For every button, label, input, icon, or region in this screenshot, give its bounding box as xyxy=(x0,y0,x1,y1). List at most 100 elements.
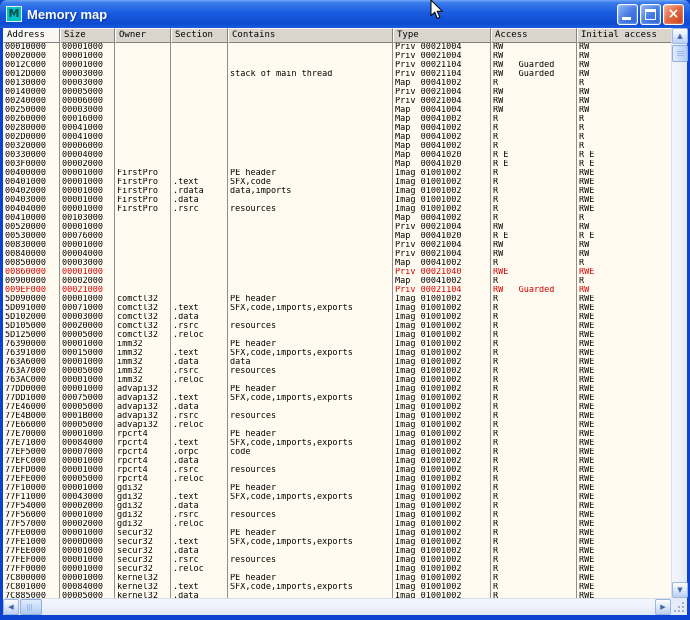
table-row[interactable]: 0013000000003000Map 00041002RR xyxy=(3,79,671,88)
table-row[interactable]: 0040300000001000FirstPro.dataImag 010010… xyxy=(3,196,671,205)
table-row[interactable]: 0014000000005000Priv 00021004RWRW xyxy=(3,88,671,97)
table-row[interactable]: 77E6600000005000advapi32.relocImag 01001… xyxy=(3,421,671,430)
table-row[interactable]: 5D12500000005000comctl32.relocImag 01001… xyxy=(3,331,671,340)
maximize-button[interactable] xyxy=(640,4,661,25)
column-header-access[interactable]: Access xyxy=(491,28,577,43)
table-row[interactable]: 0012D00000003000stack of main threadPriv… xyxy=(3,70,671,79)
cell-type: Map 00041020 xyxy=(393,232,491,241)
cell-size: 00002000 xyxy=(60,520,115,529)
table-row[interactable]: 0040400000001000FirstPro.rsrcresourcesIm… xyxy=(3,205,671,214)
column-header-size[interactable]: Size xyxy=(60,28,115,43)
column-header-owner[interactable]: Owner xyxy=(115,28,171,43)
close-button[interactable]: × xyxy=(663,4,684,25)
cell-section: .text xyxy=(171,493,228,502)
table-row[interactable]: 77F5400000002000gdi32.dataImag 01001002R… xyxy=(3,502,671,511)
table-row[interactable]: 002D000000041000Map 00041002RR xyxy=(3,133,671,142)
table-row[interactable]: 763A600000001000imm32.datadataImag 01001… xyxy=(3,358,671,367)
titlebar[interactable]: M Memory map × xyxy=(0,0,690,28)
scroll-up-button[interactable]: ▲ xyxy=(672,28,688,44)
table-row[interactable]: 77F5600000001000gdi32.rsrcresourcesImag … xyxy=(3,511,671,520)
table-row[interactable]: 5D10500000020000comctl32.rsrcresourcesIm… xyxy=(3,322,671,331)
cell-owner: rpcrt4 xyxy=(115,466,171,475)
table-row[interactable]: 7639100000015000imm32.textSFX,code,impor… xyxy=(3,349,671,358)
cell-owner: rpcrt4 xyxy=(115,457,171,466)
table-row[interactable]: 0033000000004000Map 00041020R ER E xyxy=(3,151,671,160)
cell-contains xyxy=(228,520,393,529)
table-row[interactable]: 77E4B0000001B000advapi32.rsrcresourcesIm… xyxy=(3,412,671,421)
table-row[interactable]: 77F1000000001000gdi32PE headerImag 01001… xyxy=(3,484,671,493)
table-row[interactable]: 77EFE00000005000rpcrt4.relocImag 0100100… xyxy=(3,475,671,484)
cell-type: Imag 01001002 xyxy=(393,457,491,466)
table-row[interactable]: 003F000000002000Map 00041020R ER E xyxy=(3,160,671,169)
table-row[interactable]: 763AC00000001000imm32.relocImag 01001002… xyxy=(3,376,671,385)
table-row[interactable]: 0032000000006000Map 00041002RR xyxy=(3,142,671,151)
scroll-right-button[interactable]: ▶ xyxy=(655,599,671,615)
table-row[interactable]: 5D10200000003000comctl32.dataImag 010010… xyxy=(3,313,671,322)
column-header-contains[interactable]: Contains xyxy=(228,28,393,43)
table-row[interactable]: 0040200000001000FirstPro.rdatadata,impor… xyxy=(3,187,671,196)
table-row[interactable]: 0084000000004000Priv 00021004RWRW xyxy=(3,250,671,259)
cell-section: .text xyxy=(171,304,228,313)
column-header-initial-access[interactable]: Initial access xyxy=(577,28,671,43)
table-row[interactable]: 009EF00000021000Priv 00021104RW GuardedR… xyxy=(3,286,671,295)
window-resize-grip[interactable] xyxy=(671,598,687,615)
table-row[interactable]: 77FF000000001000secur32.relocImag 010010… xyxy=(3,565,671,574)
cell-section: .data xyxy=(171,403,228,412)
cell-section: .rsrc xyxy=(171,511,228,520)
table-row[interactable]: 0040100000001000FirstPro.textSFX,codeIma… xyxy=(3,178,671,187)
vertical-scroll-thumb[interactable] xyxy=(672,45,688,62)
cell-owner: advapi32 xyxy=(115,412,171,421)
table-row[interactable]: 0086000000001000Priv 00021040RWERWE xyxy=(3,268,671,277)
table-row[interactable]: 7C80100000084000kernel32.textSFX,code,im… xyxy=(3,583,671,592)
table-row[interactable]: 0085000000003000Map 00041002RR xyxy=(3,259,671,268)
horizontal-scrollbar[interactable]: ◀ ▶ xyxy=(3,598,671,615)
cell-contains xyxy=(228,196,393,205)
table-row[interactable]: 77EFD00000001000rpcrt4.rsrcresourcesImag… xyxy=(3,466,671,475)
table-row[interactable]: 0090000000002000Map 00041002RR xyxy=(3,277,671,286)
column-header-type[interactable]: Type xyxy=(393,28,491,43)
table-row[interactable]: 77FE10000000D000secur32.textSFX,code,imp… xyxy=(3,538,671,547)
table-row[interactable]: 0025000000003000Map 00041004RWRW xyxy=(3,106,671,115)
cell-type: Priv 00021004 xyxy=(393,52,491,61)
cell-contains: PE header xyxy=(228,529,393,538)
table-row[interactable]: 77EFC00000001000rpcrt4.dataImag 01001002… xyxy=(3,457,671,466)
cell-owner: advapi32 xyxy=(115,421,171,430)
cell-owner xyxy=(115,286,171,295)
table-row[interactable]: 0041000000103000Map 00041002RR xyxy=(3,214,671,223)
table-row[interactable]: 0028000000041000Map 00041002RR xyxy=(3,124,671,133)
table-row[interactable]: 7639000000001000imm32PE headerImag 01001… xyxy=(3,340,671,349)
scroll-left-button[interactable]: ◀ xyxy=(3,599,19,615)
vertical-scrollbar[interactable]: ▲ ▼ xyxy=(671,28,687,598)
table-row[interactable]: 77F5700000002000gdi32.relocImag 01001002… xyxy=(3,520,671,529)
table-row[interactable]: 77FEE00000001000secur32.dataImag 0100100… xyxy=(3,547,671,556)
table-row[interactable]: 77DD100000075000advapi32.textSFX,code,im… xyxy=(3,394,671,403)
table-row[interactable]: 77E7100000084000rpcrt4.textSFX,code,impo… xyxy=(3,439,671,448)
table-row[interactable]: 77E4600000005000advapi32.dataImag 010010… xyxy=(3,403,671,412)
table-row[interactable]: 7C80000000001000kernel32PE headerImag 01… xyxy=(3,574,671,583)
table-row[interactable]: 763A700000005000imm32.rsrcresourcesImag … xyxy=(3,367,671,376)
table-row[interactable]: 0002000000001000Priv 00021004RWRW xyxy=(3,52,671,61)
table-row[interactable]: 5D09000000001000comctl32PE headerImag 01… xyxy=(3,295,671,304)
table-row[interactable]: 0024000000006000Priv 00021004RWRW xyxy=(3,97,671,106)
table-row[interactable]: 77EF500000007000rpcrt4.orpccodeImag 0100… xyxy=(3,448,671,457)
table-row[interactable]: 0083000000001000Priv 00021004RWRW xyxy=(3,241,671,250)
table-row[interactable]: 0053000000076000Map 00041020R ER E xyxy=(3,232,671,241)
table-row[interactable]: 5D09100000071000comctl32.textSFX,code,im… xyxy=(3,304,671,313)
table-row[interactable]: 0052000000001000Priv 00021004RWRW xyxy=(3,223,671,232)
table-row[interactable]: 77F1100000043000gdi32.textSFX,code,impor… xyxy=(3,493,671,502)
table-row[interactable]: 0040000000001000FirstProPE headerImag 01… xyxy=(3,169,671,178)
table-row[interactable]: 0012C00000001000Priv 00021104RW GuardedR… xyxy=(3,61,671,70)
scroll-down-button[interactable]: ▼ xyxy=(672,582,688,598)
horizontal-scroll-thumb[interactable] xyxy=(20,599,42,615)
table-row[interactable]: 77FEF00000001000secur32.rsrcresourcesIma… xyxy=(3,556,671,565)
minimize-button[interactable] xyxy=(617,4,638,25)
table-row[interactable]: 77DD000000001000advapi32PE headerImag 01… xyxy=(3,385,671,394)
cell-section: .rsrc xyxy=(171,322,228,331)
cell-contains xyxy=(228,223,393,232)
table-row[interactable]: 77FE000000001000secur32PE headerImag 010… xyxy=(3,529,671,538)
table-row[interactable]: 0001000000001000Priv 00021004RWRW xyxy=(3,43,671,52)
table-row[interactable]: 77E7000000001000rpcrt4PE headerImag 0100… xyxy=(3,430,671,439)
table-row[interactable]: 0026000000016000Map 00041002RR xyxy=(3,115,671,124)
column-header-section[interactable]: Section xyxy=(171,28,228,43)
column-header-address[interactable]: Address xyxy=(3,28,60,43)
